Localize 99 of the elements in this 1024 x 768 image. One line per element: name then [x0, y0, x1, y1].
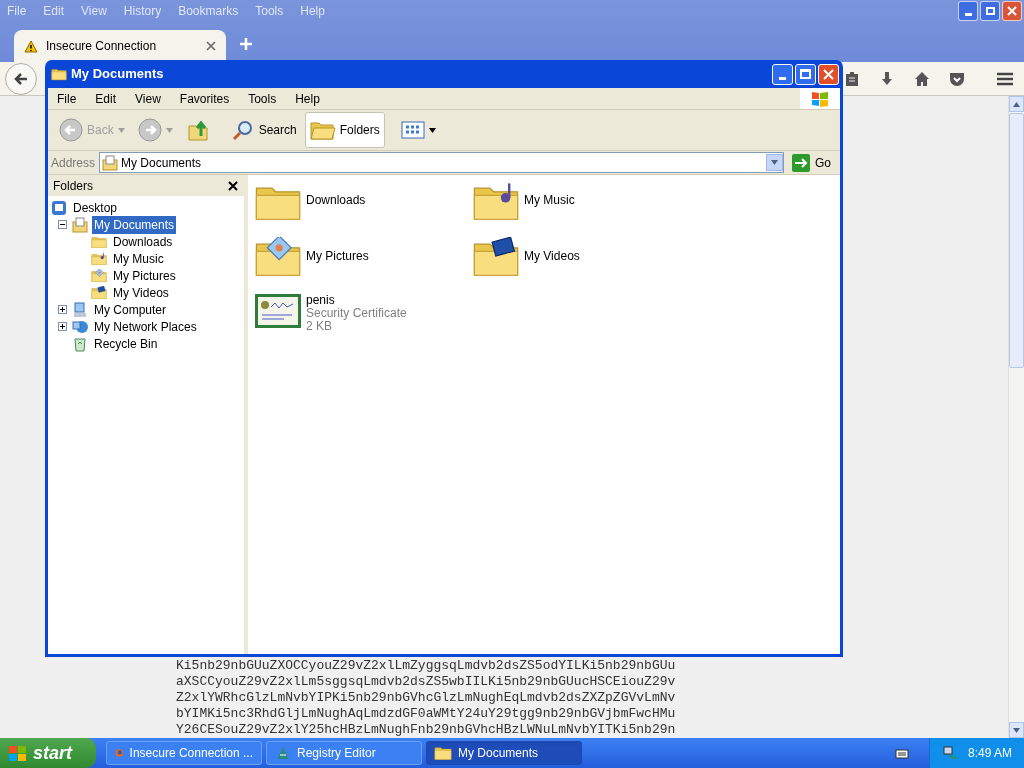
music-folder-icon: [91, 251, 107, 266]
file-name[interactable]: My Music: [524, 194, 575, 207]
address-label: Address: [51, 154, 96, 172]
encoded-text-line: Ki5nb29nbGUuZXOCCyouZ29vZ2xlLmZyggsqLmdvb2dsZS5odYILKi5nb29nbGUu: [176, 658, 676, 673]
computer-icon: [72, 301, 88, 318]
back-button[interactable]: [5, 62, 37, 95]
new-tab-icon[interactable]: [240, 38, 252, 50]
restore-button[interactable]: [980, 1, 1000, 21]
tree-item[interactable]: Recycle Bin: [92, 334, 160, 353]
folder-up-icon: [185, 118, 210, 142]
network-icon[interactable]: [941, 745, 958, 761]
download-icon[interactable]: [879, 70, 895, 87]
expand-toggle[interactable]: [58, 322, 67, 331]
close-button[interactable]: [818, 63, 839, 85]
encoded-text-line: bYIMKi5nc3RhdGljLmNughAqLmdzdGF0aWMtY24uY29tgg9nb29nbGVjbmFwcHMu: [176, 706, 676, 721]
pictures-folder-icon: [254, 237, 302, 278]
tree-item[interactable]: My Videos: [111, 283, 171, 302]
scroll-down-button[interactable]: [1009, 722, 1024, 738]
encoded-text-line: aXSCCyouZ29vZ2xlLm5sggsqLmdvb2dsZS5wbIILKi5nb29nbGUucHSCEiouZ29v: [176, 674, 676, 689]
caret-icon: [428, 127, 436, 133]
start-button[interactable]: start: [0, 738, 96, 768]
pocket-icon[interactable]: [949, 70, 965, 87]
home-icon[interactable]: [914, 70, 930, 87]
documents-icon: [102, 154, 119, 171]
taskbar-button[interactable]: My Documents: [426, 741, 582, 765]
folder-icon: [51, 67, 67, 81]
caret-icon: [165, 127, 173, 133]
file-name[interactable]: Downloads: [306, 194, 366, 207]
certificate-icon: [254, 293, 302, 329]
registry-icon: [275, 745, 291, 761]
menu-item[interactable]: Edit: [95, 89, 117, 108]
minimize-button[interactable]: [958, 1, 978, 21]
scroll-thumb[interactable]: [1009, 113, 1024, 368]
views-icon: [400, 121, 425, 139]
tab-title: Insecure Connection: [46, 38, 157, 55]
recycle-bin-icon: [72, 335, 88, 352]
scroll-up-button[interactable]: [1009, 96, 1024, 112]
folders-button[interactable]: Folders: [304, 112, 385, 148]
menu-item[interactable]: File: [57, 89, 77, 108]
tree-item[interactable]: My Network Places: [92, 317, 199, 336]
address-field[interactable]: My Documents: [99, 152, 784, 173]
videos-folder-icon: [472, 237, 520, 278]
caret-icon: [117, 127, 125, 133]
back-arrow-icon: [13, 70, 29, 87]
scrollbar[interactable]: [1008, 96, 1024, 738]
menu-item[interactable]: Favorites: [179, 89, 230, 108]
music-folder-icon: [472, 181, 520, 222]
minimize-button[interactable]: [772, 63, 793, 85]
menu-item[interactable]: Tools: [248, 89, 277, 108]
tree-item[interactable]: My Pictures: [111, 266, 178, 285]
tree-item[interactable]: Desktop: [71, 198, 120, 217]
expand-toggle[interactable]: [58, 305, 67, 314]
network-icon: [72, 318, 88, 335]
go-button[interactable]: Go: [788, 153, 840, 172]
desktop-icon: [51, 199, 67, 216]
search-button[interactable]: Search: [225, 112, 302, 148]
caret-icon: [771, 160, 778, 165]
caret-icon: [1013, 727, 1020, 733]
menu-icon[interactable]: [996, 70, 1014, 87]
encoded-text-line: Z2xlYWRhcGlzLmNvbYIPKi5nb29nbGVhcGlzLmNughEqLmdvb2dsZXZpZGVvLmNv: [176, 690, 676, 705]
tree-item[interactable]: My Documents: [92, 215, 177, 234]
file-detail: Security Certificate: [306, 307, 407, 320]
maximize-button[interactable]: [795, 63, 816, 85]
collapse-toggle[interactable]: [58, 220, 67, 229]
up-arrow-icon: [1013, 101, 1020, 107]
close-button[interactable]: [1002, 1, 1022, 21]
folder-icon: [91, 234, 107, 249]
windows-logo-icon: [8, 744, 28, 762]
tree-item[interactable]: My Music: [111, 249, 166, 268]
keyboard-icon[interactable]: [894, 747, 909, 759]
file-detail: 2 KB: [306, 320, 332, 333]
dropdown-button[interactable]: [766, 154, 783, 171]
search-icon: [230, 118, 255, 142]
file-name[interactable]: penis: [306, 294, 407, 307]
file-name[interactable]: My Pictures: [306, 250, 369, 263]
documents-icon: [72, 216, 88, 233]
taskbar-button[interactable]: Registry Editor: [266, 741, 422, 765]
menu-item[interactable]: Help: [295, 89, 320, 108]
menu-item[interactable]: View: [135, 89, 161, 108]
videos-folder-icon: [91, 285, 107, 300]
window-title: My Documents: [71, 65, 164, 84]
tab-close-icon[interactable]: [206, 41, 216, 51]
folder-icon: [434, 745, 452, 761]
tree-item[interactable]: Downloads: [111, 232, 175, 251]
close-icon: [823, 68, 834, 80]
clipboard-icon[interactable]: [844, 70, 860, 87]
encoded-text-line: Y26CESouZ29vZ2xlY25hcHBzLmNughFnb29nbGVhcHBzLWNuLmNvbYITKi5nb29n: [176, 722, 676, 737]
pane-close-icon[interactable]: [228, 180, 238, 191]
taskbar-button[interactable]: Insecure Connection ...: [106, 741, 262, 765]
clock: 8:49 AM: [967, 745, 1012, 762]
browser-tab[interactable]: Insecure Connection: [14, 30, 226, 62]
tree-item[interactable]: My Computer: [92, 300, 169, 319]
close-icon: [1007, 6, 1017, 16]
windows-logo: [800, 88, 840, 109]
folder-icon: [309, 119, 336, 141]
file-name[interactable]: My Videos: [524, 250, 580, 263]
warning-icon: [24, 39, 38, 53]
pictures-folder-icon: [91, 268, 107, 283]
pane-title: Folders: [53, 177, 93, 195]
